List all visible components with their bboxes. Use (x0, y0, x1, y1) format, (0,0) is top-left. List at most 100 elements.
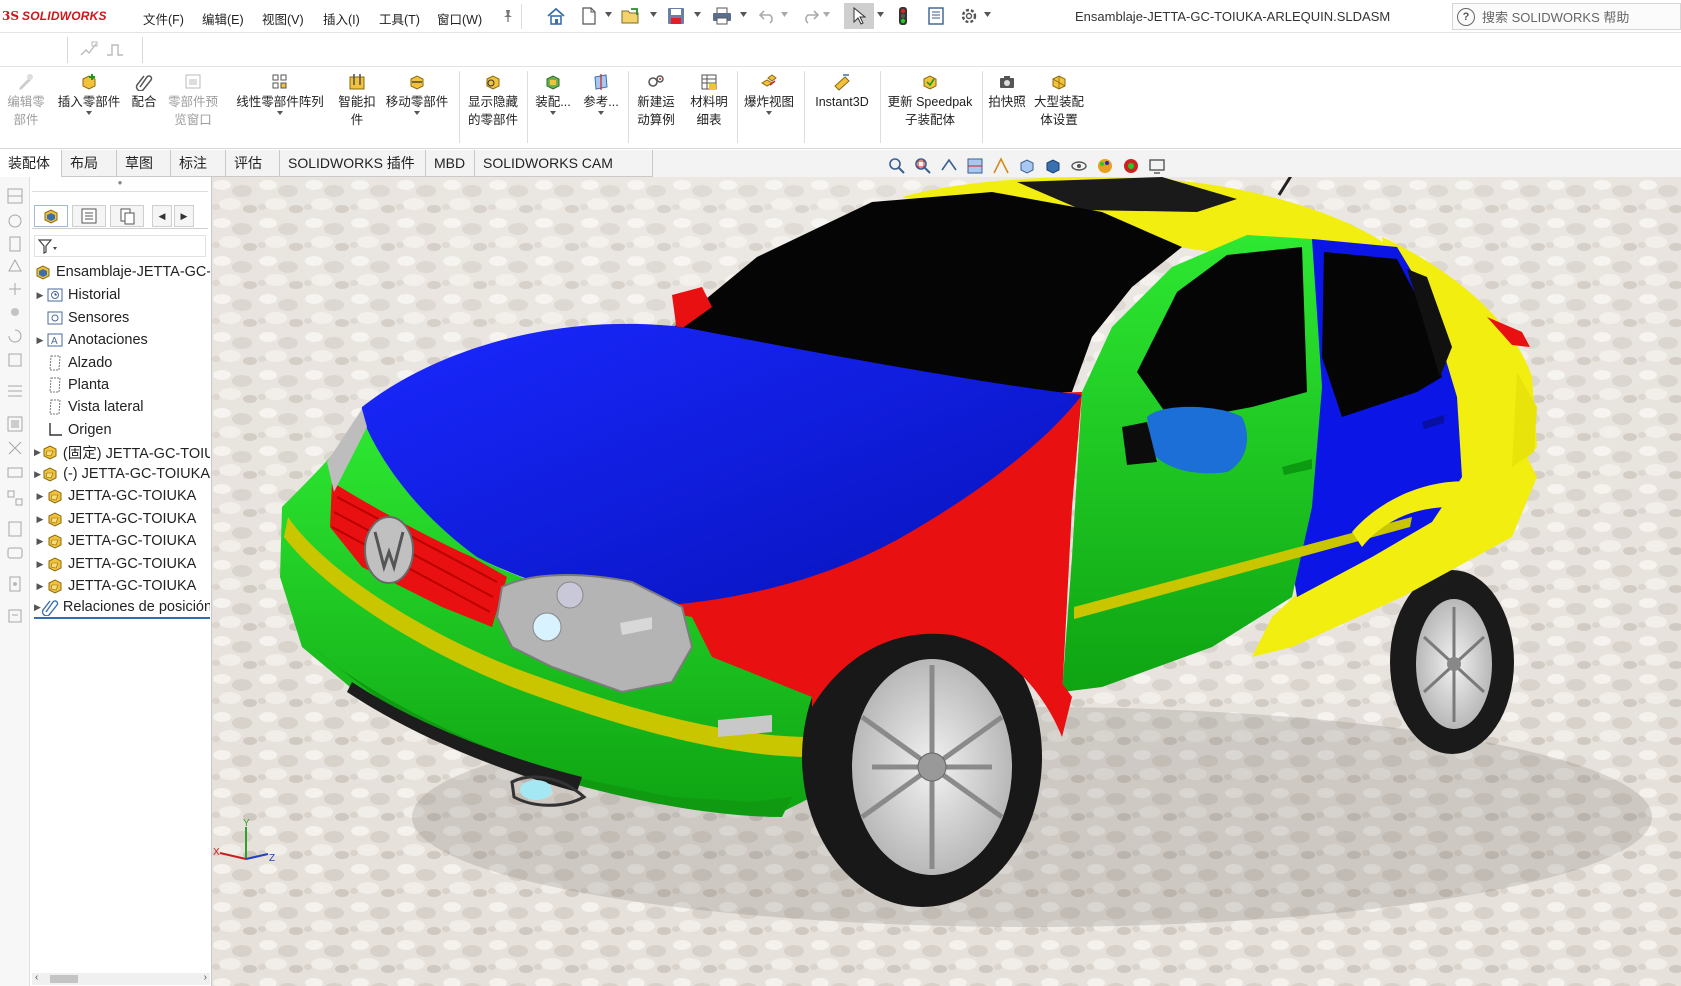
panel-collapse-handle[interactable]: ● (32, 179, 208, 189)
file-properties-icon[interactable] (925, 5, 947, 27)
expand-arrow-icon[interactable]: ▶ (34, 581, 46, 592)
bill-of-materials-button[interactable]: 材料明 细表 (686, 73, 732, 129)
new-document-icon[interactable] (578, 5, 600, 27)
section-view-icon[interactable] (965, 156, 985, 176)
expand-arrow-icon[interactable]: ▶ (34, 447, 41, 458)
tab-markup[interactable]: 标注 (171, 150, 226, 177)
tree-root-assembly[interactable]: Ensamblaje-JETTA-GC-TOIUKA-ARLEQUIN (34, 261, 210, 283)
tree-item-mates[interactable]: ▶ Relaciones de posición (34, 597, 210, 619)
take-snapshot-button[interactable]: 拍快照 (985, 73, 1029, 111)
new-motion-study-button[interactable]: 新建运 动算例 (632, 73, 680, 129)
strip-tool-icon[interactable] (6, 575, 24, 593)
redo-icon[interactable] (799, 5, 821, 27)
strip-tool-icon[interactable] (6, 235, 24, 253)
expand-arrow-icon[interactable]: ▶ (34, 559, 46, 570)
smart-fasteners-button[interactable]: 智能扣 件 (335, 73, 379, 129)
tree-item-component-fixed[interactable]: ▶ (固定) JETTA-GC-TOIUKA (34, 441, 210, 463)
exploded-view-button[interactable]: 爆炸视图 (739, 73, 799, 115)
strip-tool-icon[interactable] (6, 520, 24, 538)
solidworks-logo[interactable]: 3S SOLIDWORKS (2, 6, 107, 26)
component-preview-button[interactable]: 零部件预 览窗口 (163, 73, 223, 129)
strip-tool-icon[interactable] (6, 382, 24, 400)
tab-evaluate[interactable]: 评估 (226, 150, 280, 177)
rebuild-traffic-light-icon[interactable] (892, 5, 914, 27)
strip-tool-icon[interactable] (6, 303, 24, 321)
tree-item-component[interactable]: ▶ JETTA-GC-TOIUKA (34, 485, 210, 507)
insert-components-button[interactable]: 插入零部件 (53, 73, 125, 115)
expand-arrow-icon[interactable]: ▶ (34, 469, 41, 480)
strip-tool-icon[interactable] (6, 415, 24, 433)
tree-item-component[interactable]: ▶ JETTA-GC-TOIUKA (34, 508, 210, 530)
mate-button[interactable]: 配合 (128, 73, 160, 111)
scroll-right-arrow[interactable]: › (204, 972, 207, 983)
expand-arrow-icon[interactable]: ▶ (34, 335, 46, 346)
instant3d-button[interactable]: Instant3D (807, 73, 877, 111)
tab-solidworks-addins[interactable]: SOLIDWORKS 插件 (280, 150, 426, 177)
expand-arrow-icon[interactable]: ▶ (34, 536, 46, 547)
strip-tool-icon[interactable] (6, 489, 24, 507)
tree-item-component[interactable]: ▶ JETTA-GC-TOIUKA (34, 575, 210, 597)
print-icon[interactable] (711, 5, 733, 27)
scroll-tabs-left[interactable]: ◀ (152, 205, 172, 227)
strip-tool-icon[interactable] (6, 327, 24, 345)
expand-arrow-icon[interactable]: ▶ (34, 290, 46, 301)
view-settings-icon[interactable] (1147, 156, 1167, 176)
tree-item-right-plane[interactable]: Vista lateral (34, 396, 210, 418)
move-component-button[interactable]: 移动零部件 (381, 73, 453, 115)
strip-tool-icon[interactable] (6, 463, 24, 481)
menu-edit[interactable]: 编辑(E) (202, 9, 244, 28)
strip-tool-icon[interactable] (6, 607, 24, 625)
large-assembly-settings-button[interactable]: 大型装配 体设置 (1031, 73, 1087, 129)
strip-tool-icon[interactable] (6, 212, 24, 230)
linear-pattern-button[interactable]: 线性零部件阵列 (230, 73, 330, 115)
tree-item-top-plane[interactable]: Planta (34, 374, 210, 396)
tree-item-component[interactable]: ▶ JETTA-GC-TOIUKA (34, 530, 210, 552)
strip-tool-icon[interactable] (6, 280, 24, 298)
tree-item-component[interactable]: ▶ JETTA-GC-TOIUKA (34, 553, 210, 575)
tree-item-origin[interactable]: Origen (34, 419, 210, 441)
strip-tool-icon[interactable] (6, 351, 24, 369)
zoom-to-area-icon[interactable] (913, 156, 933, 176)
tree-horizontal-scrollbar[interactable]: ‹ › (32, 972, 210, 985)
edit-appearance-icon[interactable] (1095, 156, 1115, 176)
display-style-icon[interactable] (1043, 156, 1063, 176)
hide-show-items-icon[interactable] (1069, 156, 1089, 176)
strip-tool-icon[interactable] (6, 544, 24, 562)
tab-sketch[interactable]: 草图 (117, 150, 171, 177)
pin-icon[interactable] (497, 5, 519, 27)
help-search-input[interactable]: ? 搜索 SOLIDWORKS 帮助 (1452, 3, 1681, 30)
expand-arrow-icon[interactable]: ▶ (34, 491, 46, 502)
configuration-manager-tab[interactable] (110, 205, 144, 227)
apply-scene-icon[interactable] (1121, 156, 1141, 176)
select-arrow-icon[interactable] (844, 3, 874, 29)
strip-tool-icon[interactable] (6, 187, 24, 205)
sketch-toolbar-icon[interactable] (80, 41, 98, 60)
tab-layout[interactable]: 布局 (62, 150, 117, 177)
tree-item-component-floating[interactable]: ▶ (-) JETTA-GC-TOIUKA (34, 463, 210, 485)
tree-item-history[interactable]: ▶ Historial (34, 284, 210, 306)
graphics-viewport[interactable]: Y X Z (212, 177, 1681, 986)
dynamic-annotation-icon[interactable] (991, 156, 1011, 176)
previous-view-icon[interactable] (939, 156, 959, 176)
update-speedpak-button[interactable]: 更新 Speedpak 子装配体 (882, 73, 978, 129)
strip-tool-icon[interactable] (6, 257, 24, 275)
assembly-features-button[interactable]: 装配... (530, 73, 576, 115)
menu-tools[interactable]: 工具(T) (379, 9, 420, 28)
save-icon[interactable] (665, 5, 687, 27)
expand-arrow-icon[interactable]: ▶ (34, 602, 41, 613)
menu-file[interactable]: 文件(F) (143, 9, 184, 28)
tree-item-sensors[interactable]: Sensores (34, 307, 210, 329)
scroll-tabs-right[interactable]: ▶ (174, 205, 194, 227)
home-icon[interactable] (545, 5, 567, 27)
tab-solidworks-cam[interactable]: SOLIDWORKS CAM (475, 150, 653, 177)
menu-window[interactable]: 窗口(W) (437, 9, 482, 28)
tree-filter-input[interactable] (34, 235, 206, 257)
sketch-relation-icon[interactable] (106, 41, 124, 60)
strip-tool-icon[interactable] (6, 439, 24, 457)
edit-component-button[interactable]: 编辑零 部件 (4, 73, 48, 129)
reference-geometry-button[interactable]: 参考... (578, 73, 624, 115)
property-manager-tab[interactable] (72, 205, 106, 227)
menu-view[interactable]: 视图(V) (262, 9, 304, 28)
expand-arrow-icon[interactable]: ▶ (34, 514, 46, 525)
options-gear-icon[interactable] (958, 5, 980, 27)
